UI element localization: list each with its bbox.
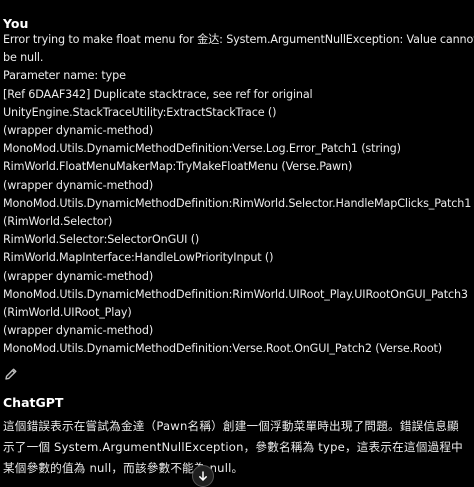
message-line: (RimWorld.Selector) [3,215,113,229]
message-line: UnityEngine.StackTraceUtility:ExtractSta… [3,105,277,119]
scroll-to-bottom-button[interactable] [192,465,214,487]
user-message: You Error trying to make float menu for … [0,0,474,385]
message-line: MonoMod.Utils.DynamicMethodDefinition:Ve… [3,342,442,356]
message-line: [Ref 6DAAF342] Duplicate stacktrace, see… [3,87,313,101]
message-line: MonoMod.Utils.DynamicMethodDefinition:Ri… [3,196,472,210]
message-line: be null. [3,51,44,65]
message-line: (wrapper dynamic-method) [3,178,154,192]
chat-thread: You Error trying to make float menu for … [0,0,474,480]
message-line: (RimWorld.UIRoot_Play) [3,306,132,320]
message-actions [3,363,468,385]
message-line: RimWorld.FloatMenuMakerMap:TryMakeFloatM… [3,160,353,174]
message-line: (wrapper dynamic-method) [3,124,154,138]
pencil-icon[interactable] [3,366,19,382]
message-line: RimWorld.Selector:SelectorOnGUI () [3,233,200,247]
message-line: MonoMod.Utils.DynamicMethodDefinition:Ve… [3,142,401,156]
user-author-label: You [3,16,29,31]
message-line: Parameter name: type [3,69,126,83]
assistant-message-body: 這個錯誤表示在嘗試為金達（Pawn名稱）創建一個浮動菜單時出現了問題。錯誤信息顯… [3,418,463,475]
assistant-author-label: ChatGPT [3,394,64,410]
message-line: MonoMod.Utils.DynamicMethodDefinition:Ri… [3,287,468,301]
arrow-down-icon [197,470,209,482]
message-line: RimWorld.MapInterface:HandleLowPriorityI… [3,251,274,265]
user-message-body: Error trying to make float menu for 金达: … [3,31,474,359]
assistant-message: ChatGPT 這個錯誤表示在嘗試為金達（Pawn名稱）創建一個浮動菜單時出現了… [0,395,474,479]
message-line: (wrapper dynamic-method) [3,324,154,338]
message-line: Error trying to make float menu for 金达: … [3,33,474,46]
message-line: (wrapper dynamic-method) [3,269,154,283]
